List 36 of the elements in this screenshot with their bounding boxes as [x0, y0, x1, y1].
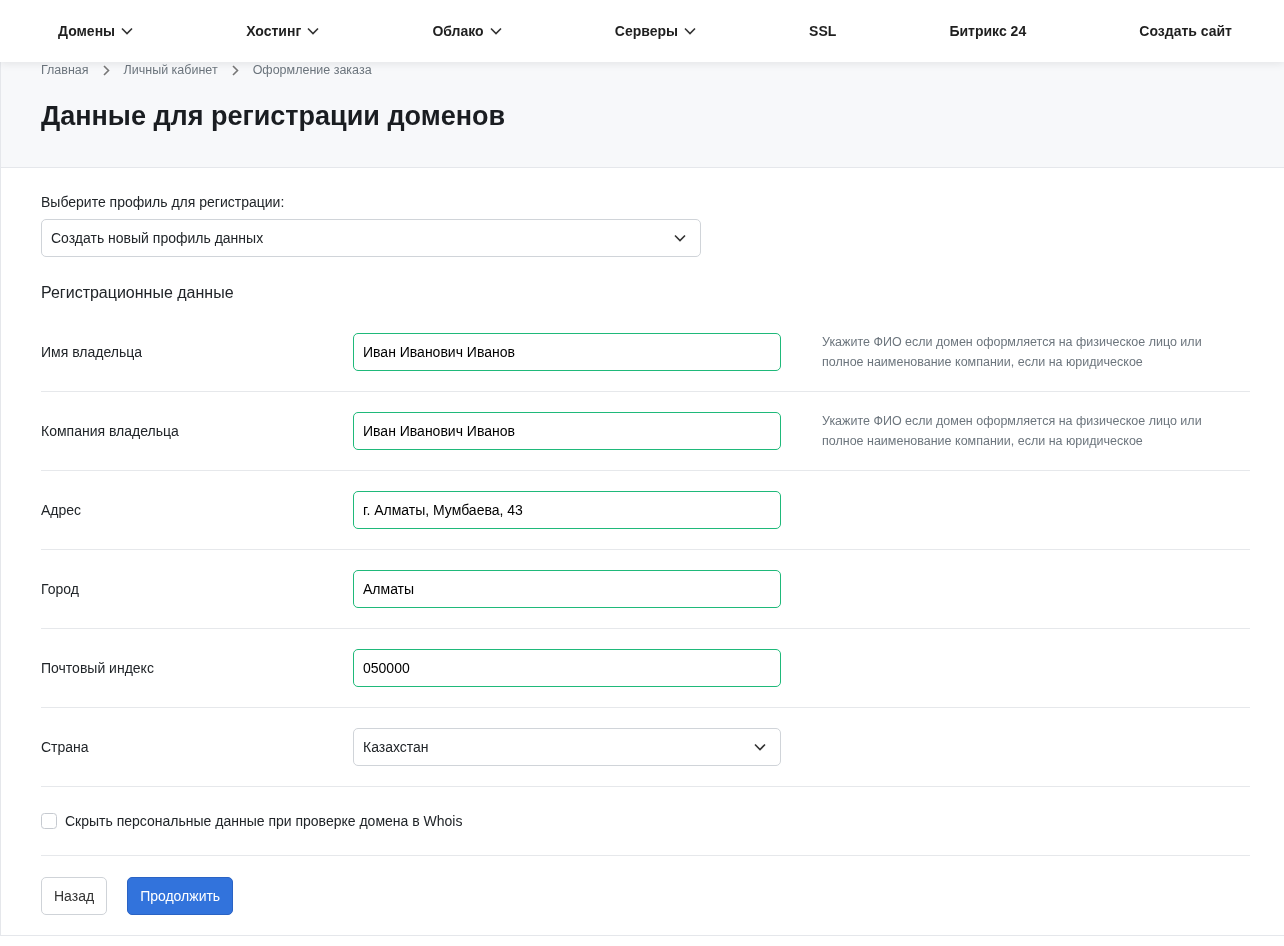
field-hint: Укажите ФИО если домен оформляется на физическое лицо или полное наименование компании, если на юридическое: [822, 334, 1203, 371]
country-select[interactable]: Казахстан: [353, 728, 781, 766]
field-label: Почтовый индекс: [41, 658, 155, 678]
input-field[interactable]: Алматы: [353, 570, 781, 608]
field-label: Город: [41, 579, 80, 599]
field-label: Адрес: [41, 500, 83, 520]
input-field[interactable]: Иван Иванович Иванов: [353, 333, 781, 371]
field-label: Компания владельца: [41, 421, 180, 441]
nav-link[interactable]: Домены: [58, 20, 134, 42]
checkbox-label: Скрыть персональные данные при проверке домена в Whois: [65, 811, 463, 831]
field-label: Выберите профиль для регистрации:: [41, 193, 286, 212]
nav-link[interactable]: SSL: [809, 20, 837, 42]
chevron-down-icon: [674, 234, 686, 242]
input-field[interactable]: 050000: [353, 649, 781, 687]
breadcrumb-link[interactable]: Личный кабинет: [123, 60, 218, 80]
section-title: Регистрационные данные: [41, 283, 235, 303]
field-label: Имя владельца: [41, 342, 143, 362]
nav-link[interactable]: Серверы: [614, 20, 696, 42]
chevron-right-icon: [231, 64, 239, 76]
profile-select[interactable]: Создать новый профиль данных: [41, 219, 701, 257]
nav-link[interactable]: Хостинг: [246, 20, 320, 42]
nav-link[interactable]: Облако: [432, 20, 502, 42]
page-title: Данные для регистрации доменов: [41, 100, 507, 133]
field-hint: Укажите ФИО если домен оформляется на физическое лицо или полное наименование компании, если на юридическое: [822, 413, 1203, 450]
chevron-right-icon: [102, 64, 110, 76]
input-field[interactable]: г. Алматы, Мумбаева, 43: [353, 491, 781, 529]
nav-link[interactable]: Создать сайт: [1139, 20, 1232, 42]
input-field[interactable]: Иван Иванович Иванов: [353, 412, 781, 450]
breadcrumb-link[interactable]: Главная: [41, 60, 89, 80]
field-label: Страна: [41, 737, 90, 757]
nav-link[interactable]: Битрикс 24: [949, 20, 1027, 42]
back-button[interactable]: Назад: [41, 877, 108, 915]
chevron-down-icon: [754, 743, 766, 751]
checkbox[interactable]: [41, 813, 57, 829]
breadcrumb-link[interactable]: Оформление заказа: [252, 60, 372, 80]
continue-button[interactable]: Продолжить: [127, 877, 234, 915]
